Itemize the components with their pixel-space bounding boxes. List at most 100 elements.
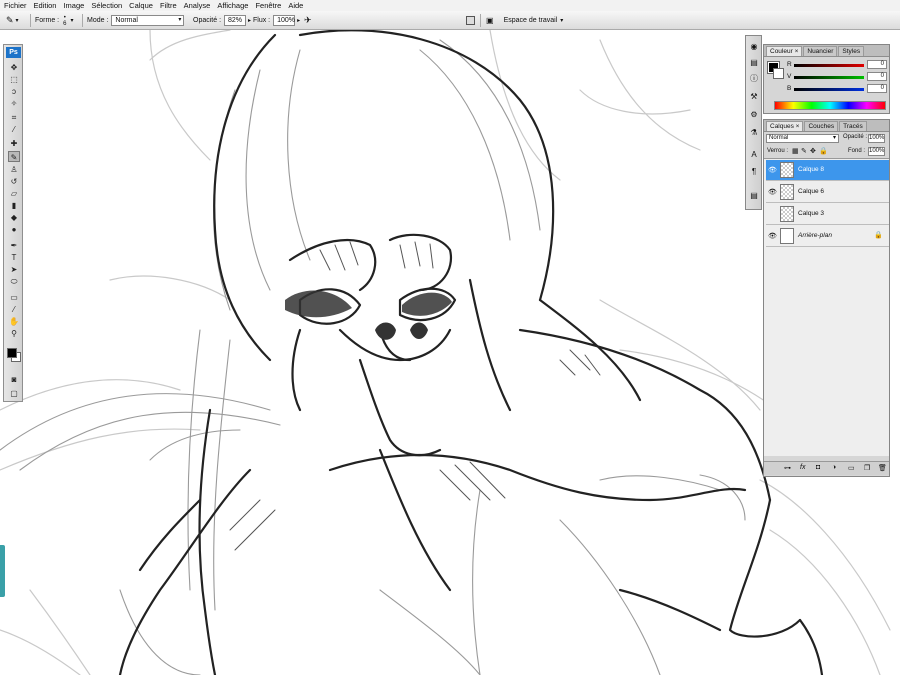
layer-comps-icon[interactable]: ▤ [749, 191, 759, 201]
slider-red-value[interactable]: 0 [867, 60, 887, 69]
character-icon[interactable]: A [749, 150, 759, 160]
menu-edition[interactable]: Edition [34, 0, 57, 11]
eye-icon[interactable]: 👁 [768, 232, 777, 241]
link-layers-icon[interactable]: ⊶ [784, 464, 791, 472]
slider-green-value[interactable]: 0 [867, 72, 887, 81]
layer-row-calque-6[interactable]: 👁 Calque 6 [766, 182, 889, 203]
slider-green-label: V [787, 73, 792, 80]
workspace-icon: ▣ [486, 16, 494, 25]
menu-fenetre[interactable]: Fenêtre [255, 0, 281, 11]
delete-layer-icon[interactable]: 🗑 [878, 464, 887, 472]
layer-mask-icon[interactable]: ◘ [816, 464, 820, 471]
notes-icon[interactable]: ▭ [8, 292, 20, 303]
eye-hidden-icon[interactable] [768, 210, 777, 219]
eye-icon[interactable]: 👁 [768, 188, 777, 197]
layer-row-arriere-plan[interactable]: 👁 Arrière-plan 🔒 [766, 226, 889, 247]
chevron-right-icon[interactable]: ▸ [297, 17, 300, 24]
history-icon[interactable]: ⚙ [749, 110, 759, 120]
blur-icon[interactable]: ◆ [8, 212, 20, 223]
chevron-down-icon: ▾ [178, 17, 182, 23]
brush-icon[interactable]: ✎ [8, 151, 20, 162]
magic-wand-icon[interactable]: ✧ [8, 98, 20, 109]
slider-blue-track[interactable] [794, 88, 864, 91]
tab-couleur[interactable]: Couleur × [766, 46, 803, 56]
info-icon[interactable]: ⓘ [749, 74, 759, 84]
foreground-color-swatch[interactable] [7, 348, 17, 358]
lock-move-icon[interactable]: ✥ [810, 147, 816, 155]
menu-filtre[interactable]: Filtre [160, 0, 177, 11]
histogram-icon[interactable]: ▤ [749, 58, 759, 68]
palette-toggle-button[interactable] [466, 14, 475, 27]
separator [30, 14, 31, 27]
lock-brush-icon[interactable]: ✎ [801, 147, 807, 155]
airbrush-toggle[interactable]: ✈ [304, 14, 312, 27]
layer-name: Calque 6 [798, 188, 825, 195]
crop-icon[interactable]: ⌗ [8, 112, 20, 123]
menu-fichier[interactable]: Fichier [4, 0, 27, 11]
chevron-right-icon[interactable]: ▸ [248, 17, 251, 24]
eraser-icon[interactable]: ▱ [8, 188, 20, 199]
adjustment-layer-icon[interactable]: ◑ [832, 464, 836, 471]
brush-size-picker[interactable]: • 6 [63, 15, 66, 27]
tab-styles[interactable]: Styles [838, 46, 865, 56]
menu-affichage[interactable]: Affichage [217, 0, 248, 11]
menu-aide[interactable]: Aide [288, 0, 303, 11]
color-spectrum-bar[interactable] [774, 101, 886, 110]
layer-row-calque-8[interactable]: 👁 Calque 8 [766, 160, 889, 181]
tools-icon[interactable]: ⚒ [749, 92, 759, 102]
lock-transparency-icon[interactable]: ▦ [792, 147, 799, 155]
mode-select[interactable]: Normal ▾ [111, 15, 185, 26]
collapsed-panel-tab[interactable] [0, 545, 5, 597]
quick-mask-icon[interactable]: ◙ [8, 374, 20, 385]
color-swatches[interactable] [7, 345, 21, 363]
lasso-icon[interactable]: ↄ [8, 86, 20, 97]
layer-fill-field[interactable]: 100% [868, 147, 885, 156]
pen-icon[interactable]: ✒ [8, 240, 20, 251]
opacity-label: Opacité : [193, 17, 222, 24]
move-icon[interactable]: ✥ [8, 62, 20, 73]
actions-icon[interactable]: ⚗ [749, 128, 759, 138]
healing-icon[interactable]: ✚ [8, 138, 20, 149]
menu-selection[interactable]: Sélection [91, 0, 122, 11]
menu-calque[interactable]: Calque [129, 0, 153, 11]
workspace-menu[interactable]: ▣ Espace de travail ▾ [486, 14, 563, 27]
layer-name: Calque 8 [798, 166, 825, 173]
tool-preset-picker[interactable]: ✎ ▾ [6, 14, 19, 27]
tab-calques[interactable]: Calques × [766, 121, 804, 131]
path-select-icon[interactable]: ➤ [8, 264, 20, 275]
eye-icon[interactable]: 👁 [768, 166, 777, 175]
dodge-icon[interactable]: ● [8, 224, 20, 235]
eyedropper-icon[interactable]: ⁄ [8, 124, 20, 135]
screen-mode-icon[interactable]: ▢ [8, 388, 20, 399]
zoom-icon[interactable]: ⚲ [8, 328, 20, 339]
navigator-icon[interactable]: ◉ [749, 42, 759, 52]
paragraph-icon[interactable]: ¶ [749, 167, 759, 177]
tab-nuancier[interactable]: Nuancier [803, 46, 838, 56]
slider-red-track[interactable] [794, 64, 864, 67]
marquee-icon[interactable]: ⬚ [8, 74, 20, 85]
slider-blue[interactable]: B 0 [764, 84, 891, 97]
hand-icon[interactable]: ✋ [8, 316, 20, 327]
chevron-down-icon[interactable]: ▾ [70, 17, 73, 24]
layer-row-calque-3[interactable]: Calque 3 [766, 204, 889, 225]
menu-image[interactable]: Image [63, 0, 84, 11]
new-group-icon[interactable]: ▭ [848, 464, 855, 472]
eyedropper2-icon[interactable]: ⁄ [8, 304, 20, 315]
opacity-field[interactable]: 82% [224, 15, 247, 26]
flux-field[interactable]: 100% [273, 15, 296, 26]
lock-all-icon[interactable]: 🔒 [819, 147, 828, 155]
shape-icon[interactable]: ⬭ [8, 276, 20, 287]
layer-opacity-field[interactable]: 100% [868, 134, 885, 143]
layer-style-icon[interactable]: fx [800, 464, 805, 471]
slider-green-track[interactable] [794, 76, 864, 79]
tab-couches[interactable]: Couches [804, 121, 839, 131]
new-layer-icon[interactable]: ❐ [864, 464, 870, 472]
slider-blue-value[interactable]: 0 [867, 84, 887, 93]
blend-mode-select[interactable]: Normal ▾ [766, 134, 839, 143]
history-brush-icon[interactable]: ↺ [8, 176, 20, 187]
type-icon[interactable]: T [8, 252, 20, 263]
menu-analyse[interactable]: Analyse [184, 0, 211, 11]
tab-traces[interactable]: Tracés [839, 121, 867, 131]
gradient-icon[interactable]: ▮ [8, 200, 20, 211]
stamp-icon[interactable]: ♙ [8, 164, 20, 175]
